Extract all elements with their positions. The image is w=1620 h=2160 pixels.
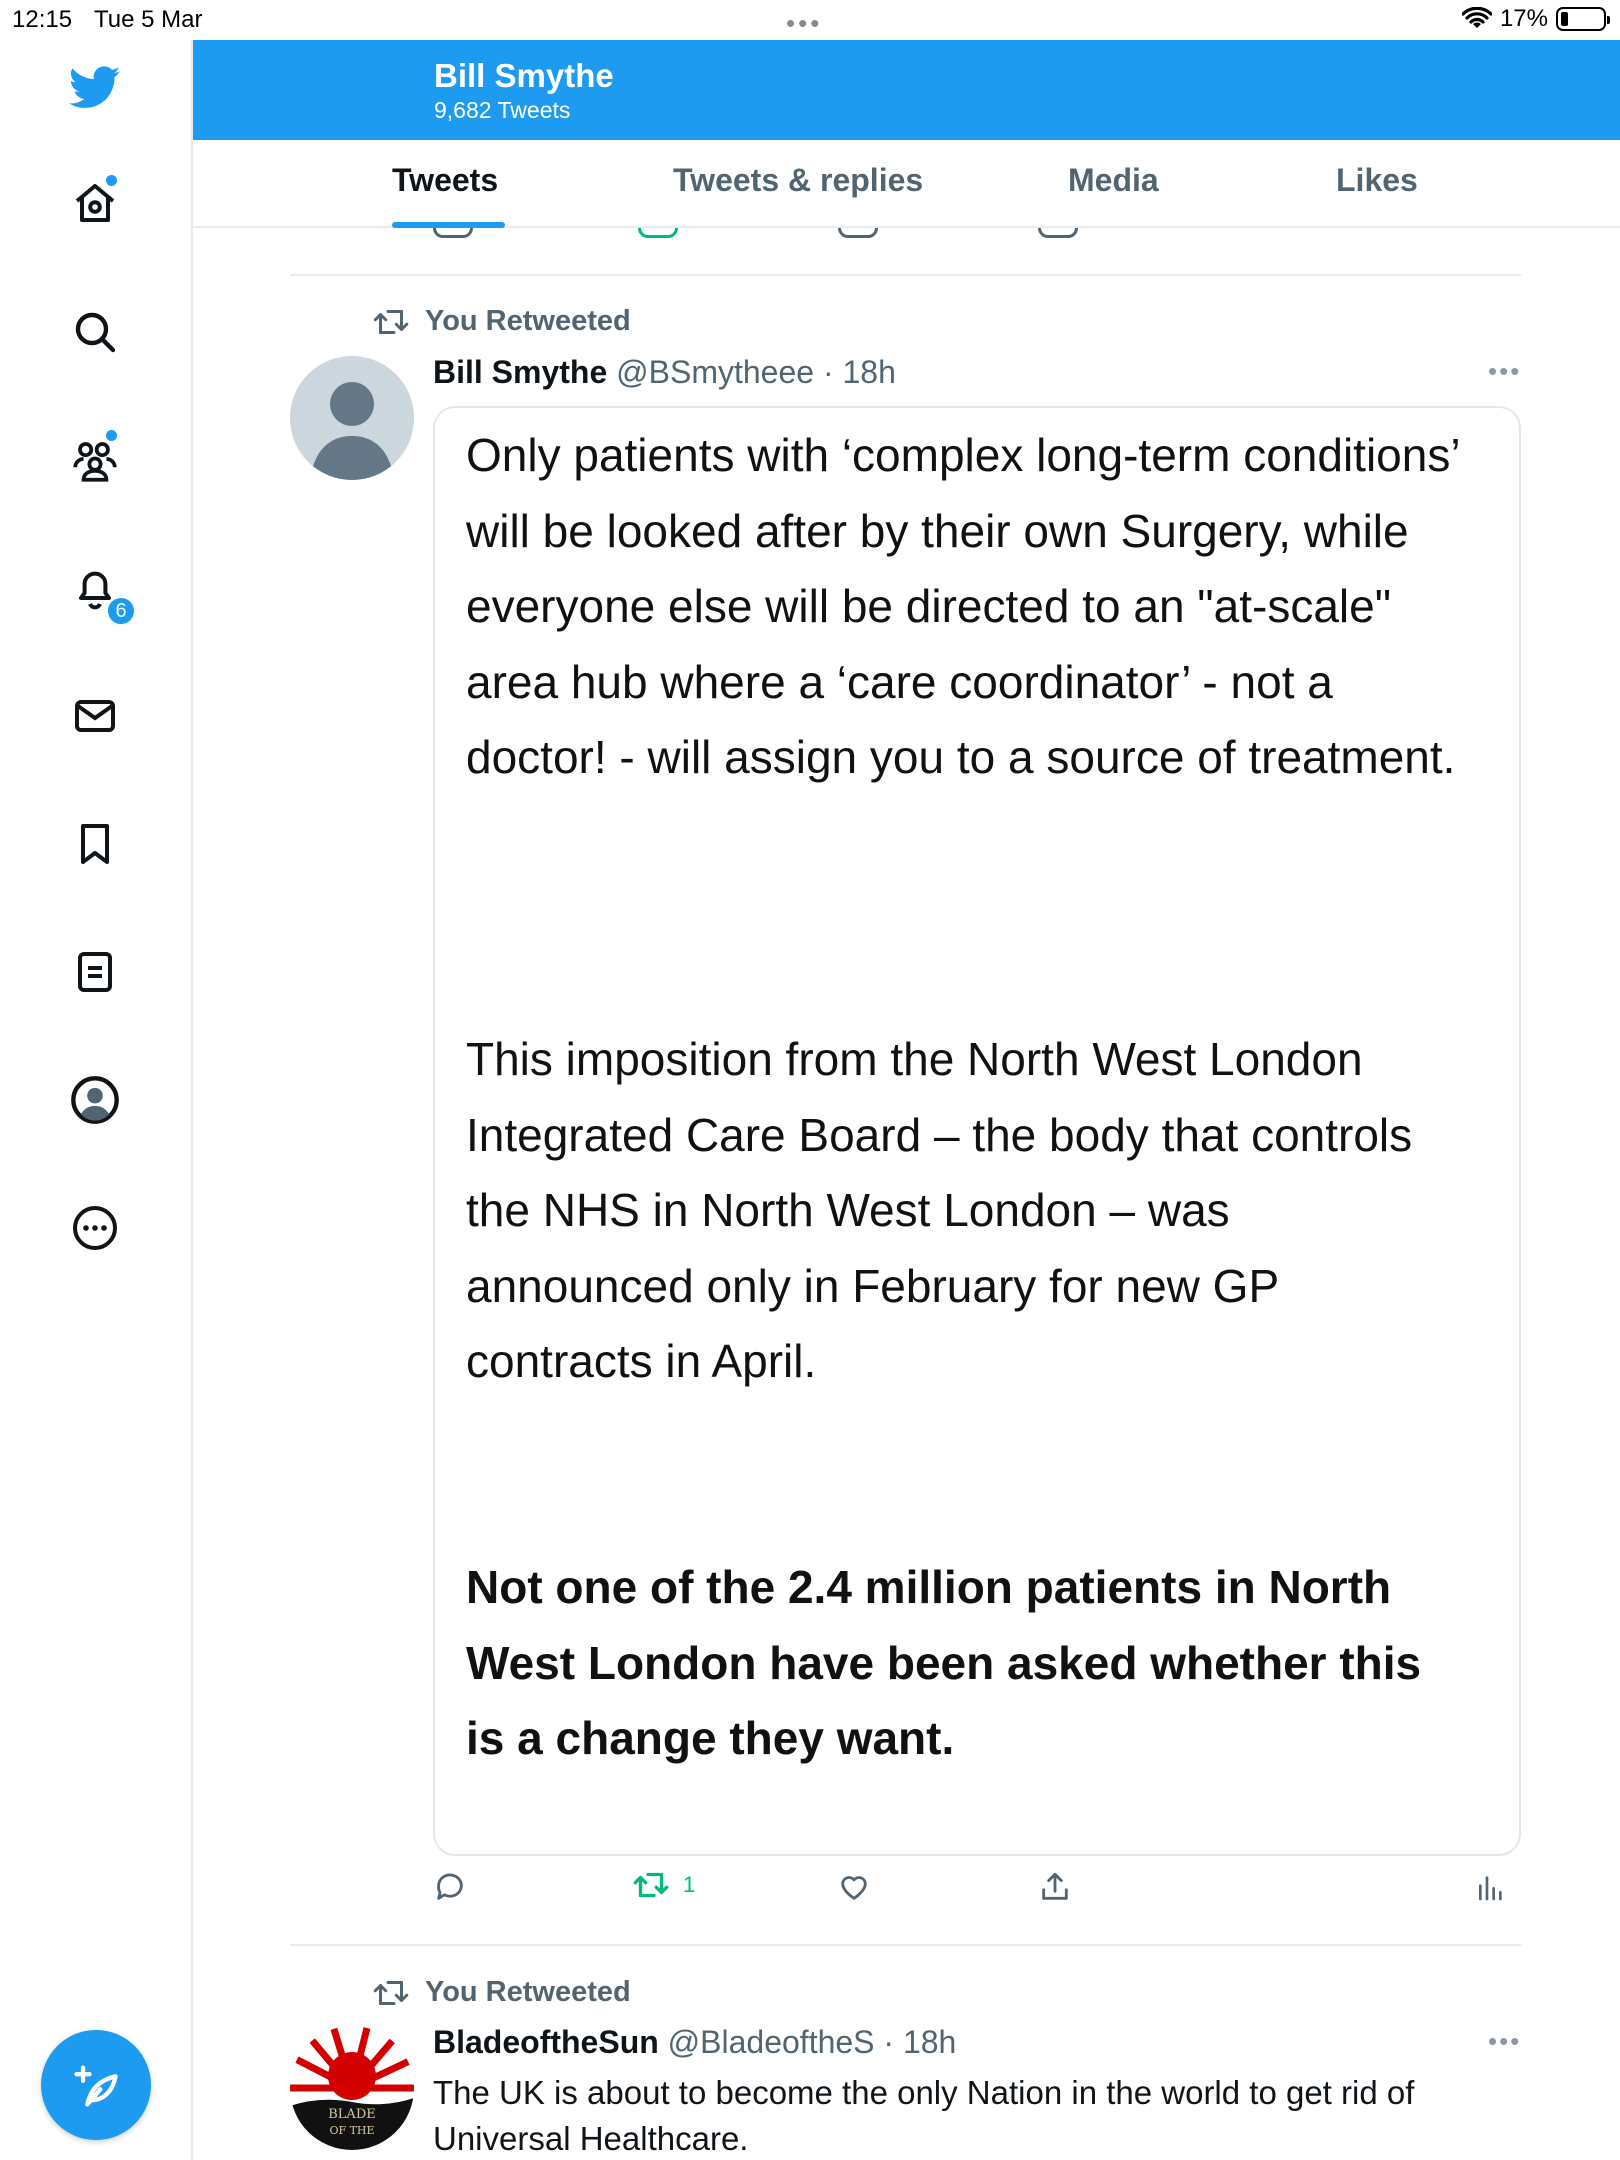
sidebar-item-messages[interactable]	[67, 688, 123, 744]
divider	[290, 1944, 1521, 1946]
image-paragraph-2: This imposition from the North West Lond…	[466, 1033, 1413, 1387]
tweet-time[interactable]: 18h	[903, 2024, 956, 2060]
profile-icon	[71, 1076, 119, 1124]
battery-percent: 17%	[1499, 5, 1548, 32]
more-options-icon[interactable]: •••	[1488, 2026, 1521, 2057]
retweet-icon	[373, 309, 409, 334]
tab-tweets[interactable]: Tweets	[392, 162, 498, 199]
retweet-count: 1	[683, 1872, 696, 1897]
reply-icon	[437, 1873, 463, 1900]
status-date: Tue 5 Mar	[94, 6, 203, 33]
sidebar-item-bookmarks[interactable]	[67, 816, 123, 872]
home-icon	[75, 184, 115, 222]
lists-icon	[78, 952, 112, 992]
sidebar-item-profile[interactable]	[67, 1072, 123, 1128]
tab-likes[interactable]: Likes	[1336, 162, 1418, 199]
communities-icon	[73, 442, 117, 482]
notification-count-badge: 6	[106, 596, 136, 626]
bookmarks-icon	[81, 824, 109, 864]
status-right: 17%	[1461, 5, 1610, 33]
tweet-actions: 1	[433, 1870, 1523, 1920]
status-time: 12:15	[12, 6, 73, 33]
share-button[interactable]	[1038, 1870, 1072, 1904]
sidebar-item-search[interactable]	[67, 304, 123, 360]
search-icon	[75, 312, 116, 353]
share-icon	[1042, 1872, 1068, 1900]
retweet-label: You Retweeted	[425, 1976, 631, 2008]
tweet-image[interactable]: Only patients with ‘complex long-term co…	[433, 406, 1521, 1856]
compose-icon	[74, 2065, 118, 2107]
author-handle: @BSmytheee	[616, 354, 815, 390]
retweet-label: You Retweeted	[425, 305, 631, 337]
tweet-time[interactable]: 18h	[843, 354, 896, 390]
svg-text:BLADE: BLADE	[328, 2107, 376, 2122]
analytics-button[interactable]	[1475, 1870, 1507, 1904]
wifi-icon	[1461, 7, 1492, 28]
profile-header: Bill Smythe 9,682 Tweets	[193, 40, 1620, 140]
tab-tweets-replies[interactable]: Tweets & replies	[673, 162, 923, 199]
tweet-author[interactable]: Bill Smythe @BSmytheee · 18h	[433, 354, 896, 391]
like-button[interactable]	[837, 1870, 871, 1904]
profile-name: Bill Smythe	[434, 57, 614, 94]
messages-icon	[75, 700, 115, 732]
twitter-logo-icon[interactable]	[67, 60, 123, 116]
tab-media[interactable]: Media	[1068, 162, 1159, 199]
sidebar-item-communities[interactable]	[67, 432, 123, 488]
home-unread-dot	[106, 175, 117, 186]
analytics-icon	[1479, 1876, 1502, 1901]
more-options-icon[interactable]: •••	[1488, 356, 1521, 387]
tweet-count: 9,682 Tweets	[434, 97, 571, 123]
avatar[interactable]: BLADE OF THE	[290, 2026, 414, 2150]
sidebar-item-lists[interactable]	[67, 944, 123, 1000]
sidebar-nav: 6	[0, 40, 193, 2160]
retweet-indicator: You Retweeted	[373, 1976, 631, 2009]
avatar[interactable]	[290, 356, 414, 480]
battery-icon	[1556, 7, 1610, 31]
compose-tweet-button[interactable]	[41, 2030, 151, 2140]
previous-tweet-actions-clipped	[193, 228, 1620, 240]
communities-unread-dot	[106, 430, 117, 441]
retweet-button[interactable]: 1	[633, 1870, 695, 1900]
image-paragraph-3: Not one of the 2.4 million patients in N…	[466, 1561, 1422, 1764]
divider	[290, 274, 1521, 276]
retweet-indicator: You Retweeted	[373, 305, 631, 338]
reply-button[interactable]	[433, 1870, 467, 1904]
heart-icon	[841, 1876, 867, 1900]
tweet-text: The UK is about to become the only Natio…	[433, 2074, 1415, 2157]
retweet-icon	[633, 1872, 669, 1898]
more-icon	[73, 1206, 117, 1250]
retweet-icon	[373, 1980, 409, 2005]
sidebar-item-more[interactable]	[67, 1200, 123, 1256]
author-display-name[interactable]: Bill Smythe	[433, 354, 607, 390]
profile-tabs: Tweets Tweets & replies Media Likes	[193, 140, 1620, 228]
author-handle: @BladeoftheS	[667, 2024, 875, 2060]
author-display-name[interactable]: BladeoftheSun	[433, 2024, 659, 2060]
svg-text:OF THE: OF THE	[329, 2124, 374, 2137]
multitasking-dots-icon[interactable]: •••	[786, 8, 822, 39]
image-paragraph-1: Only patients with ‘complex long-term co…	[466, 429, 1459, 783]
status-bar: 12:15 Tue 5 Mar ••• 17%	[0, 0, 1620, 40]
tweet-author[interactable]: BladeoftheSun @BladeoftheS · 18h	[433, 2024, 956, 2061]
